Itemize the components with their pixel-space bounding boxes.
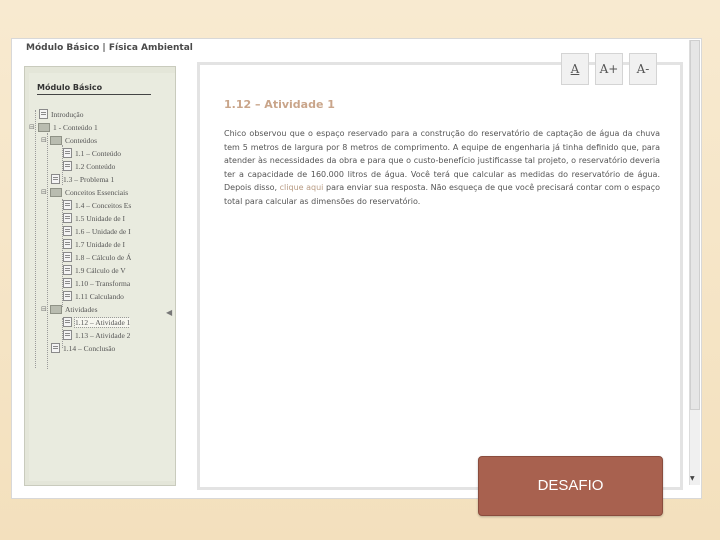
page-icon	[63, 291, 72, 301]
page-icon	[63, 265, 72, 275]
tree-item-1-6[interactable]: 1.6 – Unidade de I	[63, 225, 131, 237]
folder-icon	[50, 304, 62, 314]
sidebar-panel: Módulo Básico Introdução ⊟ 1 - Conteúdo 1…	[24, 66, 176, 486]
sidebar-tree-area: Módulo Básico Introdução ⊟ 1 - Conteúdo 1…	[29, 73, 175, 481]
page-icon	[39, 109, 48, 119]
font-increase-button[interactable]: A+	[595, 53, 623, 85]
page-icon	[63, 278, 72, 288]
collapse-sidebar-icon[interactable]: ◀	[166, 308, 172, 317]
page-icon	[51, 343, 60, 353]
tree-item-conteudo-1[interactable]: ⊟ 1 - Conteúdo 1	[29, 121, 98, 133]
font-reset-button[interactable]: A	[561, 53, 589, 85]
collapse-icon[interactable]: ⊟	[41, 305, 48, 313]
page-icon	[63, 161, 72, 171]
submit-answer-link[interactable]: clique aqui	[280, 183, 324, 192]
activity-title: 1.12 – Atividade 1	[224, 98, 335, 111]
tree-item-1-4[interactable]: 1.4 – Conceitos Es	[63, 199, 131, 211]
font-decrease-button[interactable]: A-	[629, 53, 657, 85]
tree-item-1-11[interactable]: 1.11 Calculando	[63, 290, 124, 302]
tree-item-1-1[interactable]: 1.1 – Conteúdo	[63, 147, 121, 159]
sidebar-title: Módulo Básico	[37, 83, 151, 95]
tree-item-1-8[interactable]: 1.8 – Cálculo de Á	[63, 251, 131, 263]
folder-icon	[50, 187, 62, 197]
page-icon	[63, 200, 72, 210]
folder-icon	[50, 135, 62, 145]
page-icon	[63, 239, 72, 249]
tree-item-1-7[interactable]: 1.7 Unidade de I	[63, 238, 125, 250]
tree-item-1-9[interactable]: 1.9 Cálculo de V	[63, 264, 126, 276]
tree-guide-line	[47, 133, 48, 369]
collapse-icon[interactable]: ⊟	[41, 188, 48, 196]
tree-item-1-2[interactable]: 1.2 Conteúdo	[63, 160, 115, 172]
tree-guide-line	[35, 110, 36, 368]
activity-text: Chico observou que o espaço reservado pa…	[224, 129, 661, 206]
desafio-button[interactable]: DESAFIO	[478, 456, 663, 516]
tree-item-atividades[interactable]: ⊟ Atividades	[41, 303, 98, 315]
page-icon	[63, 252, 72, 262]
page-icon	[51, 174, 60, 184]
tree-item-1-3[interactable]: 1.3 – Problema 1	[51, 173, 114, 185]
tree-item-1-5[interactable]: 1.5 Unidade de I	[63, 212, 125, 224]
tree-item-conceitos-essenciais[interactable]: ⊟ Conceitos Essenciais	[41, 186, 128, 198]
tree-item-introducao[interactable]: Introdução	[39, 108, 84, 120]
scrollbar-thumb[interactable]	[690, 40, 700, 410]
tree-item-conteudos[interactable]: ⊟ Conteúdos	[41, 134, 97, 146]
page-header-title: Módulo Básico | Física Ambiental	[26, 43, 193, 53]
page-icon	[63, 226, 72, 236]
page-icon	[63, 317, 72, 327]
page-icon	[63, 148, 72, 158]
tree-item-1-10[interactable]: 1.10 – Transforma	[63, 277, 130, 289]
page-icon	[63, 213, 72, 223]
page-icon	[63, 330, 72, 340]
scroll-down-icon[interactable]: ▼	[690, 475, 695, 482]
collapse-icon[interactable]: ⊟	[29, 123, 36, 131]
tree-item-1-13[interactable]: 1.13 – Atividade 2	[63, 329, 130, 341]
tree-item-1-14[interactable]: 1.14 – Conclusão	[51, 342, 115, 354]
tree-item-1-12[interactable]: 1.12 – Atividade 1	[63, 316, 131, 328]
folder-icon	[38, 122, 50, 132]
collapse-icon[interactable]: ⊟	[41, 136, 48, 144]
